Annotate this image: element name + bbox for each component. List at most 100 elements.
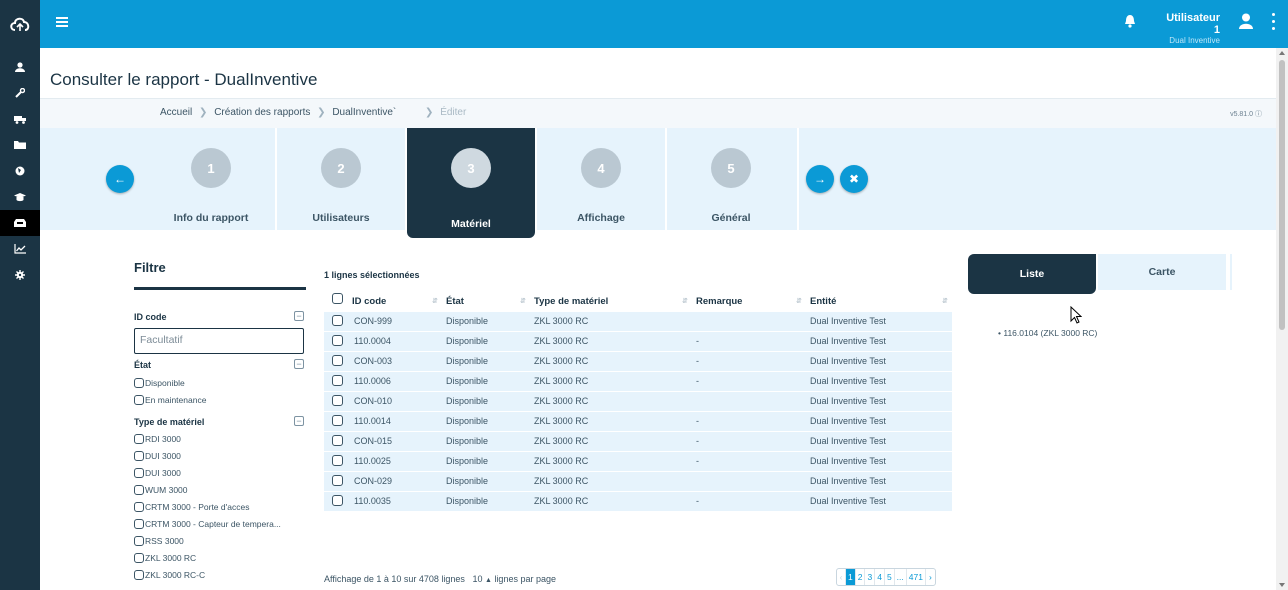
cloud-logo-icon[interactable] [0,0,40,48]
tab-carte[interactable]: Carte [1098,254,1226,290]
table-row[interactable]: 110.0006 Disponible ZKL 3000 RC - Dual Inven… [324,372,952,391]
step-materiel[interactable]: 3 Matériel [407,128,535,238]
table-row[interactable]: CON-015 Disponible ZKL 3000 RC - Dual Invent… [324,432,952,451]
sidebar-item-map[interactable] [0,158,40,184]
filter-type-option[interactable]: RSS 3000 [134,536,184,546]
kebab-menu-icon[interactable] [1272,13,1276,34]
page-size-select[interactable]: 10 ▲ [472,574,491,584]
filter-type-option[interactable]: CRTM 3000 - Capteur de tempera... [134,519,281,529]
sort-icon[interactable]: ⇵ [520,297,526,305]
top-bar: Utilisateur 1 Dual Inventive [0,0,1288,48]
page-title: Consulter le rapport - DualInventive [50,70,318,89]
chevron-right-icon: ❯ [199,107,208,118]
column-type[interactable]: Type de matériel [534,296,608,307]
row-checkbox[interactable] [332,455,343,466]
page-3[interactable]: 3 [865,569,876,585]
user-info[interactable]: Utilisateur 1 Dual Inventive [1162,12,1220,45]
page-last[interactable]: 471 [907,569,926,585]
page-2[interactable]: 2 [856,569,866,585]
sidebar-item-training[interactable] [0,184,40,210]
user-name: Utilisateur 1 [1166,12,1220,36]
row-checkbox[interactable] [332,335,343,346]
page-scrollbar[interactable] [1276,48,1288,590]
filter-id-code-header[interactable]: ID code − [134,311,304,322]
next-step-button[interactable]: → [806,165,834,193]
row-checkbox[interactable] [332,315,343,326]
row-checkbox[interactable] [332,435,343,446]
row-checkbox[interactable] [332,375,343,386]
row-checkbox[interactable] [332,395,343,406]
sort-icon[interactable]: ⇵ [942,297,948,305]
row-checkbox[interactable] [332,415,343,426]
sidebar-item-vehicles[interactable] [0,106,40,132]
selected-count: 1 lignes sélectionnées [324,270,420,280]
tab-liste[interactable]: Liste [968,254,1096,294]
filter-type-option[interactable]: RDI 3000 [134,434,181,444]
version-label: v5.81.0 ⓘ [1230,111,1262,118]
filter-type-option[interactable]: DUI 3000 [134,468,181,478]
filter-type-option[interactable]: ZKL 3000 RC [134,553,196,563]
filter-type-option[interactable]: ZKL 3000 RC-C [134,570,205,580]
sort-icon[interactable]: ⇵ [796,297,802,305]
column-etat[interactable]: État [446,296,464,307]
table-row[interactable]: CON-010 Disponible ZKL 3000 RC Dual Inventi… [324,392,952,411]
cancel-button[interactable]: ✖ [840,165,868,193]
sidebar-item-reports[interactable] [0,210,40,236]
column-id-code[interactable]: ID code [352,296,386,307]
breadcrumb-home[interactable]: Accueil [160,107,192,118]
filter-type-option[interactable]: DUI 3000 [134,451,181,461]
filter-state-header[interactable]: État − [134,359,304,370]
page-5[interactable]: 5 [885,569,895,585]
page-1[interactable]: 1 [846,569,856,585]
sort-icon[interactable]: ⇵ [682,297,688,305]
table-row[interactable]: CON-999 Disponible ZKL 3000 RC Dual Inventi… [324,312,952,331]
hamburger-menu-icon[interactable] [56,14,68,32]
table-footer: Affichage de 1 à 10 sur 4708 lignes 10 ▲… [324,574,556,584]
table-row[interactable]: 110.0035 Disponible ZKL 3000 RC - Dual Inven… [324,492,952,511]
row-checkbox[interactable] [332,355,343,366]
collapse-icon: − [294,311,304,321]
page-prev[interactable]: ‹ [837,569,846,585]
sidebar-item-files[interactable] [0,132,40,158]
avatar-icon[interactable] [1239,13,1253,34]
table-header: ID code ⇵ État ⇵ Type de matériel ⇵ Rema… [324,293,952,310]
sidebar-item-tools[interactable] [0,80,40,106]
page-4[interactable]: 4 [875,569,885,585]
column-remarque[interactable]: Remarque [696,296,742,307]
filter-type-option[interactable]: WUM 3000 [134,485,188,495]
table-row[interactable]: 110.0025 Disponible ZKL 3000 RC - Dual Inven… [324,452,952,471]
step-utilisateurs[interactable]: 2 Utilisateurs [277,128,405,230]
id-code-input[interactable]: Facultatif [134,328,304,354]
row-checkbox[interactable] [332,495,343,506]
breadcrumb-reports[interactable]: Création des rapports [214,107,310,118]
sidebar-item-users[interactable] [0,54,40,80]
filter-type-header[interactable]: Type de matériel − [134,416,304,427]
table-row[interactable]: CON-029 Disponible ZKL 3000 RC Dual Inventi… [324,472,952,491]
sort-icon[interactable]: ⇵ [432,297,438,305]
step-affichage[interactable]: 4 Affichage [537,128,665,230]
close-icon: ✖ [848,172,860,186]
page-ellipsis: ... [895,569,907,585]
select-all-checkbox[interactable] [332,293,343,304]
sidebar-item-statistics[interactable] [0,236,40,262]
arrow-left-icon: ← [114,172,126,186]
page-next[interactable]: › [926,569,935,585]
filter-state-disponible[interactable]: Disponible [134,378,185,388]
wizard-steps: ← 1 Info du rapport 2 Utilisateurs 3 Mat… [40,128,1276,238]
breadcrumb-report[interactable]: DualInventive` [332,107,396,118]
caret-up-icon: ▲ [484,577,492,584]
collapse-icon: − [294,359,304,369]
previous-step-button[interactable]: ← [106,165,134,193]
table-row[interactable]: 110.0014 Disponible ZKL 3000 RC - Dual Inven… [324,412,952,431]
table-row[interactable]: 110.0004 Disponible ZKL 3000 RC - Dual Inven… [324,332,952,351]
bell-icon[interactable] [1124,14,1136,33]
step-general[interactable]: 5 Général [667,128,797,230]
filter-type-option[interactable]: CRTM 3000 - Porte d'acces [134,502,249,512]
row-checkbox[interactable] [332,475,343,486]
table-row[interactable]: CON-003 Disponible ZKL 3000 RC - Dual Invent… [324,352,952,371]
column-entite[interactable]: Entité [810,296,836,307]
step-info-rapport[interactable]: 1 Info du rapport [147,128,275,230]
page-size-label: lignes par page [494,574,556,584]
sidebar-item-settings[interactable] [0,262,40,288]
filter-state-maintenance[interactable]: En maintenance [134,395,206,405]
